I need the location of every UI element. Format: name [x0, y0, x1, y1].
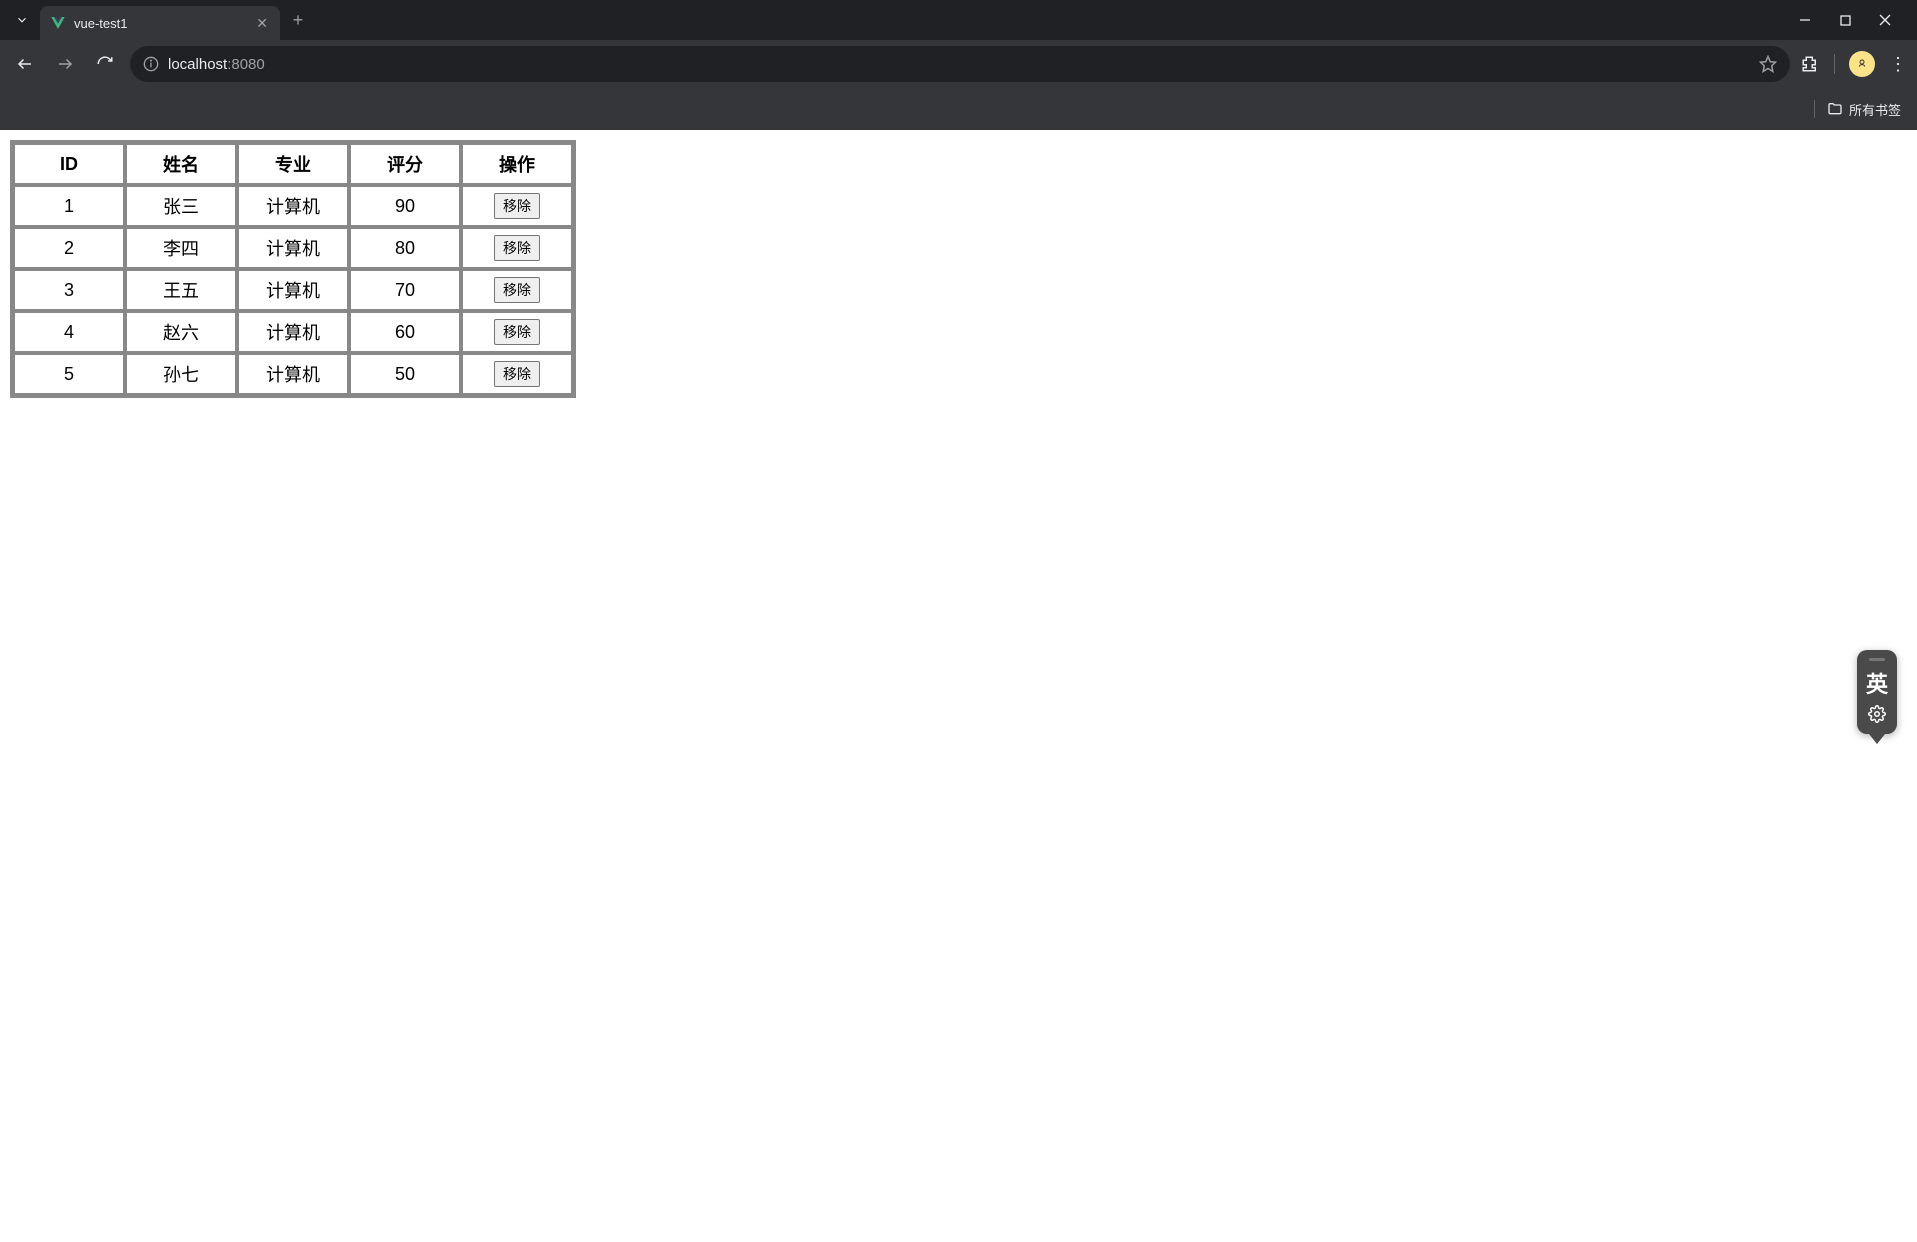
browser-tab[interactable]: vue-test1 ✕	[40, 6, 280, 40]
close-tab-button[interactable]: ✕	[254, 13, 270, 34]
site-info-icon[interactable]	[142, 55, 160, 73]
new-tab-button[interactable]: +	[284, 6, 312, 34]
extensions-icon[interactable]	[1800, 54, 1820, 74]
col-header-major: 专业	[238, 144, 348, 184]
table-row: 1张三计算机90 移除	[14, 186, 572, 226]
cell-name: 赵六	[126, 312, 236, 352]
toolbar-divider	[1834, 54, 1835, 74]
browser-menu-button[interactable]: ⋮	[1889, 54, 1907, 75]
remove-button[interactable]: 移除	[494, 277, 540, 303]
table-header-row: ID 姓名 专业 评分 操作	[14, 144, 572, 184]
cell-score: 70	[350, 270, 460, 310]
cell-action: 移除	[462, 186, 572, 226]
tabs-dropdown-button[interactable]	[8, 6, 36, 34]
cell-major: 计算机	[238, 312, 348, 352]
remove-button[interactable]: 移除	[494, 193, 540, 219]
url-text: localhost:8080	[168, 56, 265, 73]
col-header-name: 姓名	[126, 144, 236, 184]
cell-name: 王五	[126, 270, 236, 310]
ime-drag-handle[interactable]	[1869, 658, 1885, 661]
remove-button[interactable]: 移除	[494, 361, 540, 387]
ime-settings-button[interactable]	[1868, 705, 1886, 728]
vue-favicon-icon	[50, 15, 66, 31]
table-row: 2李四计算机80 移除	[14, 228, 572, 268]
ime-mode-toggle[interactable]: 英	[1866, 667, 1888, 699]
cell-score: 80	[350, 228, 460, 268]
forward-button[interactable]	[50, 49, 80, 79]
bookmark-bar: 所有书签	[0, 88, 1917, 130]
cell-action: 移除	[462, 354, 572, 394]
minimize-button[interactable]	[1797, 12, 1813, 28]
cell-major: 计算机	[238, 354, 348, 394]
cell-score: 90	[350, 186, 460, 226]
url-port: :8080	[227, 56, 265, 73]
maximize-button[interactable]	[1837, 12, 1853, 28]
cell-id: 4	[14, 312, 124, 352]
students-table: ID 姓名 专业 评分 操作 1张三计算机90移除2李四计算机80移除3王五计算…	[10, 140, 576, 398]
table-row: 4赵六计算机60 移除	[14, 312, 572, 352]
browser-chrome: vue-test1 ✕ +	[0, 0, 1917, 130]
toolbar-right: ⋮	[1800, 51, 1907, 77]
page-content: ID 姓名 专业 评分 操作 1张三计算机90移除2李四计算机80移除3王五计算…	[0, 130, 1917, 408]
table-row: 3王五计算机70 移除	[14, 270, 572, 310]
cell-major: 计算机	[238, 186, 348, 226]
cell-major: 计算机	[238, 270, 348, 310]
gear-icon	[1868, 705, 1886, 723]
address-bar[interactable]: localhost:8080	[130, 46, 1790, 82]
reload-button[interactable]	[90, 49, 120, 79]
cell-id: 3	[14, 270, 124, 310]
bookmark-divider	[1814, 100, 1815, 118]
table-row: 5孙七计算机50 移除	[14, 354, 572, 394]
cell-major: 计算机	[238, 228, 348, 268]
address-tools	[1758, 54, 1778, 74]
cell-id: 2	[14, 228, 124, 268]
cell-name: 李四	[126, 228, 236, 268]
cell-action: 移除	[462, 312, 572, 352]
cell-score: 60	[350, 312, 460, 352]
cell-action: 移除	[462, 270, 572, 310]
ime-tail	[1869, 734, 1885, 744]
col-header-action: 操作	[462, 144, 572, 184]
bookmark-star-icon[interactable]	[1758, 54, 1778, 74]
profile-avatar[interactable]	[1849, 51, 1875, 77]
col-header-score: 评分	[350, 144, 460, 184]
toolbar: localhost:8080 ⋮	[0, 40, 1917, 88]
close-window-button[interactable]	[1877, 12, 1893, 28]
back-button[interactable]	[10, 49, 40, 79]
cell-action: 移除	[462, 228, 572, 268]
all-bookmarks-button[interactable]: 所有书签	[1827, 100, 1901, 119]
all-bookmarks-label: 所有书签	[1849, 100, 1901, 119]
cell-id: 5	[14, 354, 124, 394]
tab-strip: vue-test1 ✕ +	[0, 0, 1917, 40]
remove-button[interactable]: 移除	[494, 235, 540, 261]
ime-widget[interactable]: 英	[1857, 650, 1897, 734]
remove-button[interactable]: 移除	[494, 319, 540, 345]
cell-name: 孙七	[126, 354, 236, 394]
cell-score: 50	[350, 354, 460, 394]
tab-title: vue-test1	[74, 16, 246, 31]
folder-icon	[1827, 101, 1843, 117]
url-host: localhost	[168, 56, 227, 73]
cell-name: 张三	[126, 186, 236, 226]
col-header-id: ID	[14, 144, 124, 184]
window-controls	[1781, 12, 1909, 28]
cell-id: 1	[14, 186, 124, 226]
